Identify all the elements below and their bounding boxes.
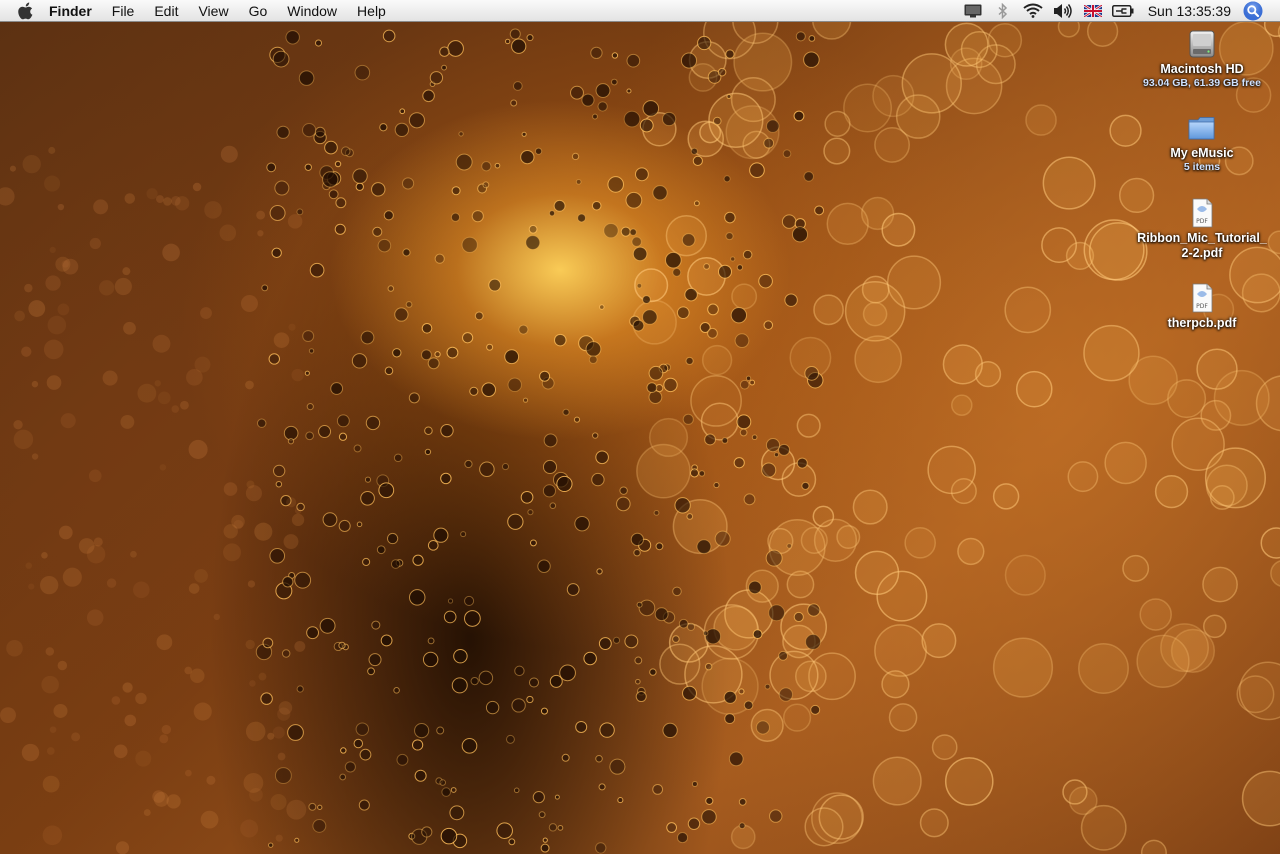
menu-edit[interactable]: Edit: [144, 0, 188, 22]
spotlight-icon[interactable]: [1243, 1, 1263, 21]
svg-text:PDF: PDF: [1196, 218, 1208, 225]
desktop-icon-name: My eMusic: [1170, 146, 1234, 160]
uk-flag-icon[interactable]: [1082, 0, 1104, 22]
volume-icon[interactable]: [1052, 0, 1074, 22]
desktop-icon-name: Macintosh HD: [1160, 62, 1244, 76]
desktop-icon-macintosh-hd[interactable]: Macintosh HD 93.04 GB, 61.39 GB free: [1127, 28, 1277, 90]
wallpaper: [0, 0, 1280, 854]
desktop-icon-info: 5 items: [1183, 161, 1221, 173]
apple-logo-icon: [18, 2, 33, 19]
menu-go[interactable]: Go: [239, 0, 278, 22]
menu-bar: Finder File Edit View Go Window Help Sun…: [0, 0, 1280, 22]
desktop[interactable]: [0, 0, 1280, 854]
svg-text:PDF: PDF: [1196, 303, 1208, 310]
menu-clock[interactable]: Sun 13:35:39: [1138, 0, 1239, 22]
desktop-icon-info: 93.04 GB, 61.39 GB free: [1143, 77, 1261, 89]
hard-drive-icon: [1189, 30, 1215, 58]
desktop-icon-name-line2: 2-2.pdf: [1181, 246, 1223, 260]
menu-view[interactable]: View: [188, 0, 238, 22]
apple-menu[interactable]: [15, 0, 37, 22]
desktop-icon-ribbon-mic-tutorial[interactable]: PDF Ribbon_Mic_Tutorial_ 2-2.pdf: [1127, 197, 1277, 261]
menu-file[interactable]: File: [102, 0, 145, 22]
folder-icon: [1188, 117, 1215, 140]
pdf-icon: PDF: [1192, 198, 1213, 228]
desktop-icon-therpcb[interactable]: PDF therpcb.pdf: [1127, 282, 1277, 331]
menu-help[interactable]: Help: [347, 0, 396, 22]
desktop-icon-name: therpcb.pdf: [1167, 316, 1237, 330]
pdf-icon: PDF: [1192, 283, 1213, 313]
bluetooth-icon[interactable]: [992, 0, 1014, 22]
wifi-icon[interactable]: [1022, 0, 1044, 22]
display-icon[interactable]: [962, 0, 984, 22]
battery-icon[interactable]: [1111, 0, 1134, 22]
menu-window[interactable]: Window: [277, 0, 347, 22]
desktop-icon-name-line1: Ribbon_Mic_Tutorial_: [1137, 231, 1267, 245]
desktop-icon-my-emusic[interactable]: My eMusic 5 items: [1127, 112, 1277, 174]
menu-finder[interactable]: Finder: [43, 0, 102, 22]
menu-extras: Sun 13:35:39: [958, 0, 1280, 22]
